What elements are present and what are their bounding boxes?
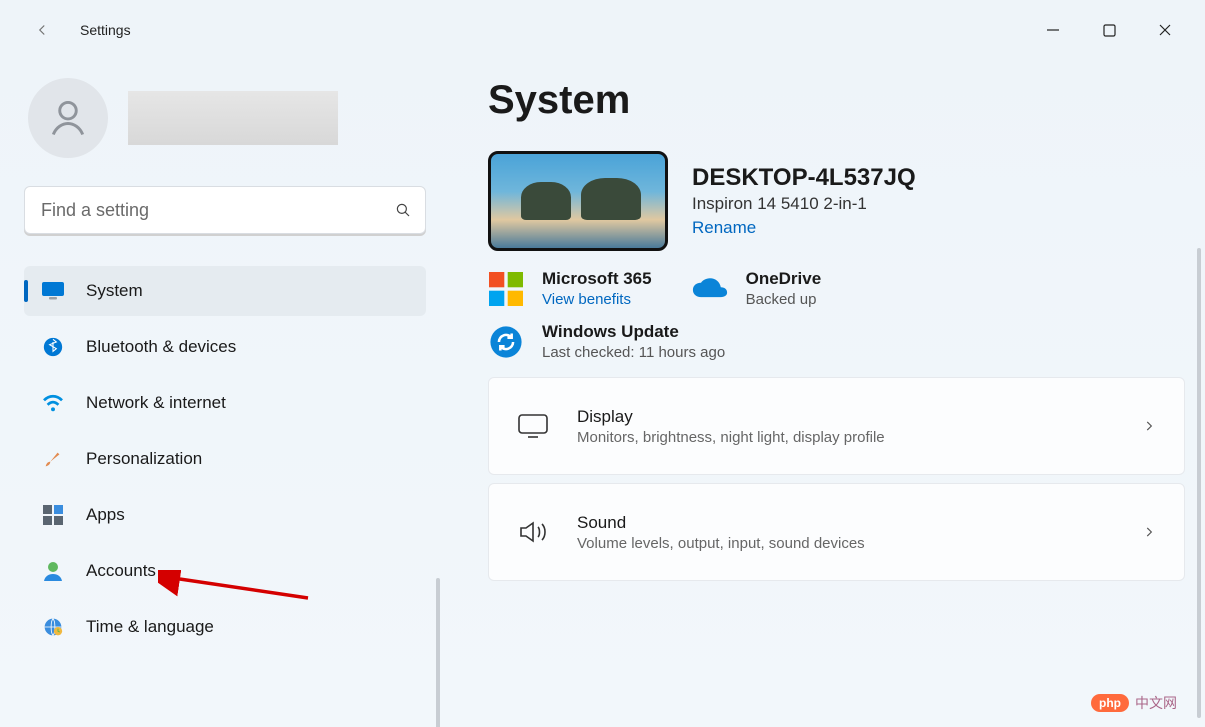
person-colored-icon [42, 560, 64, 582]
minimize-button[interactable] [1025, 10, 1081, 50]
close-button[interactable] [1137, 10, 1193, 50]
search [24, 186, 426, 234]
microsoft-365-icon [488, 271, 524, 307]
card-subtitle: Volume levels, output, input, sound devi… [577, 535, 865, 552]
device-name: DESKTOP-4L537JQ [692, 164, 916, 192]
status-subtitle: Backed up [746, 291, 822, 308]
titlebar: Settings [0, 0, 1205, 60]
monitor-icon [42, 280, 64, 302]
brush-icon [42, 448, 64, 470]
sidebar-item-time-language[interactable]: Time & language [24, 602, 426, 652]
status-subtitle: Last checked: 11 hours ago [542, 344, 725, 361]
sidebar-item-bluetooth[interactable]: Bluetooth & devices [24, 322, 426, 372]
bluetooth-icon [42, 336, 64, 358]
status-subtitle[interactable]: View benefits [542, 291, 652, 308]
sound-icon [517, 516, 549, 548]
arrow-left-icon [33, 21, 51, 39]
globe-icon [42, 616, 64, 638]
minimize-icon [1046, 23, 1060, 37]
card-title: Display [577, 407, 885, 427]
sidebar-item-personalization[interactable]: Personalization [24, 434, 426, 484]
device-model: Inspiron 14 5410 2-in-1 [692, 194, 916, 214]
close-icon [1158, 23, 1172, 37]
status-onedrive[interactable]: OneDrive Backed up [692, 269, 822, 308]
status-grid: Microsoft 365 View benefits OneDrive Bac… [488, 269, 1185, 308]
sidebar-item-label: Personalization [86, 449, 202, 469]
status-title: OneDrive [746, 269, 822, 289]
avatar [28, 78, 108, 158]
profile[interactable] [28, 78, 426, 158]
chevron-right-icon [1142, 419, 1156, 433]
status-title: Windows Update [542, 322, 725, 342]
sidebar-item-apps[interactable]: Apps [24, 490, 426, 540]
maximize-icon [1103, 24, 1116, 37]
sidebar-item-label: System [86, 281, 143, 301]
device-image [488, 151, 668, 251]
search-icon [394, 201, 412, 219]
back-button[interactable] [26, 14, 58, 46]
watermark-badge: php [1091, 694, 1129, 712]
status-microsoft-365[interactable]: Microsoft 365 View benefits [488, 269, 652, 308]
app-title: Settings [80, 22, 131, 38]
rename-link[interactable]: Rename [692, 218, 916, 238]
card-sound[interactable]: Sound Volume levels, output, input, soun… [488, 483, 1185, 581]
card-display[interactable]: Display Monitors, brightness, night ligh… [488, 377, 1185, 475]
sidebar-item-label: Bluetooth & devices [86, 337, 236, 357]
sidebar: System Bluetooth & devices Network & int… [0, 60, 440, 727]
display-icon [517, 410, 549, 442]
maximize-button[interactable] [1081, 10, 1137, 50]
card-title: Sound [577, 513, 865, 533]
windows-update-icon [488, 324, 524, 360]
main: System DESKTOP-4L537JQ Inspiron 14 5410 … [440, 60, 1205, 727]
status-grid-2: Windows Update Last checked: 11 hours ag… [488, 322, 1185, 361]
onedrive-icon [692, 271, 728, 307]
status-title: Microsoft 365 [542, 269, 652, 289]
sidebar-item-label: Time & language [86, 617, 214, 637]
chevron-right-icon [1142, 525, 1156, 539]
sidebar-item-system[interactable]: System [24, 266, 426, 316]
settings-cards: Display Monitors, brightness, night ligh… [488, 377, 1185, 581]
page-title: System [488, 78, 1185, 123]
sidebar-item-label: Accounts [86, 561, 156, 581]
sidebar-item-label: Apps [86, 505, 125, 525]
main-scrollbar[interactable] [1197, 248, 1201, 718]
sidebar-item-label: Network & internet [86, 393, 226, 413]
wifi-icon [42, 392, 64, 414]
window-controls [1025, 10, 1193, 50]
sidebar-item-network[interactable]: Network & internet [24, 378, 426, 428]
apps-icon [42, 504, 64, 526]
person-icon [46, 96, 90, 140]
status-windows-update[interactable]: Windows Update Last checked: 11 hours ag… [488, 322, 725, 361]
card-subtitle: Monitors, brightness, night light, displ… [577, 429, 885, 446]
device-section: DESKTOP-4L537JQ Inspiron 14 5410 2-in-1 … [488, 151, 1185, 251]
nav: System Bluetooth & devices Network & int… [24, 266, 426, 652]
search-input[interactable] [24, 186, 426, 234]
watermark: php 中文网 [1091, 693, 1177, 713]
sidebar-item-accounts[interactable]: Accounts [24, 546, 426, 596]
watermark-text: 中文网 [1135, 693, 1177, 713]
username [128, 91, 338, 145]
